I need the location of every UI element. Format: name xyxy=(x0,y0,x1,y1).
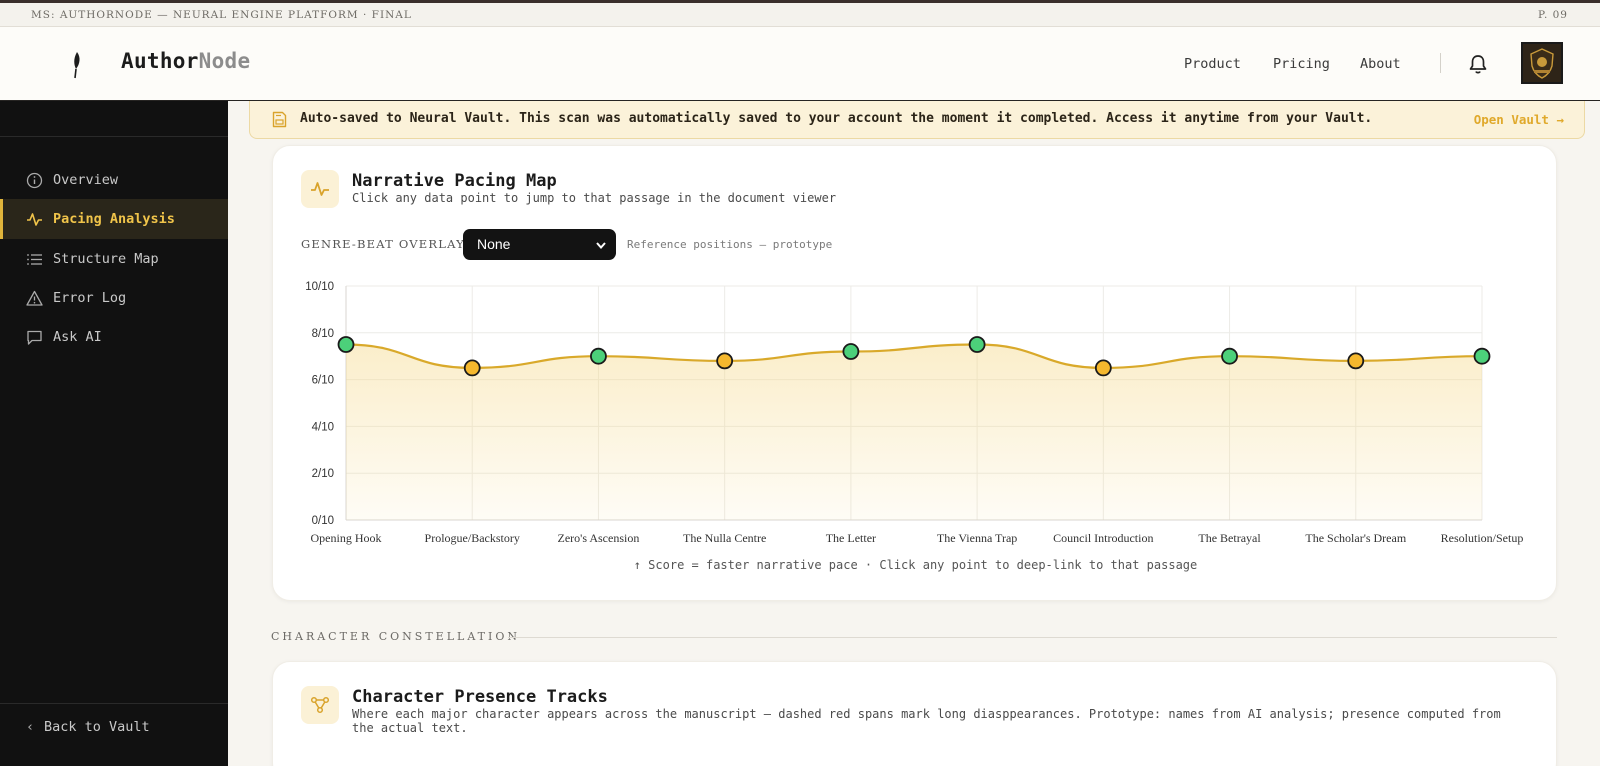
manuscript-label: MS: AUTHORNODE — NEURAL ENGINE PLATFORM … xyxy=(31,9,412,21)
x-tick-label: The Vienna Trap xyxy=(937,531,1017,545)
sidebar-item-ask-ai[interactable]: Ask AI xyxy=(0,317,228,357)
sidebar-item-structure-map[interactable]: Structure Map xyxy=(0,239,228,279)
sidebar-item-pacing-analysis[interactable]: Pacing Analysis xyxy=(0,199,228,239)
x-tick-label: Council Introduction xyxy=(1053,531,1153,545)
sidebar-item-error-log[interactable]: Error Log xyxy=(0,278,228,318)
nav-about[interactable]: About xyxy=(1360,56,1401,72)
list-icon xyxy=(27,254,42,265)
data-point[interactable] xyxy=(1347,352,1365,370)
x-tick-label: Prologue/Backstory xyxy=(425,531,520,545)
data-point[interactable] xyxy=(463,359,481,377)
activity-icon xyxy=(27,213,42,226)
open-vault-link[interactable]: Open Vault → xyxy=(1474,112,1564,127)
quill-icon[interactable] xyxy=(68,51,84,79)
x-tick-label: The Nulla Centre xyxy=(683,531,766,545)
network-icon xyxy=(310,696,330,714)
sidebar-divider xyxy=(0,136,228,137)
x-tick-label: The Scholar's Dream xyxy=(1305,531,1406,545)
save-icon xyxy=(272,111,287,128)
sidebar-item-label: Ask AI xyxy=(53,329,102,345)
autosave-banner: Auto-saved to Neural Vault. This scan wa… xyxy=(249,101,1585,139)
back-to-vault-button[interactable]: ‹ Back to Vault xyxy=(26,719,150,735)
chart-footnote: ↑ Score = faster narrative pace · Click … xyxy=(633,558,1198,572)
header-divider xyxy=(1440,53,1441,73)
x-tick-label: Zero's Ascension xyxy=(558,531,640,545)
y-tick-label: 0/10 xyxy=(312,515,334,527)
data-point[interactable] xyxy=(337,336,355,353)
sidebar-bottom-divider xyxy=(0,703,228,704)
page-number: P. 09 xyxy=(1538,9,1568,21)
sidebar-item-label: Pacing Analysis xyxy=(53,211,175,227)
warning-icon xyxy=(26,290,43,306)
x-tick-label: The Letter xyxy=(826,531,876,545)
y-tick-label: 4/10 xyxy=(312,421,334,433)
x-tick-label: Resolution/Setup xyxy=(1441,531,1524,545)
y-tick-label: 10/10 xyxy=(305,281,334,293)
character-presence-card: Character Presence Tracks Where each maj… xyxy=(272,661,1557,766)
section-title-constellation: CHARACTER CONSTELLATION xyxy=(271,630,520,643)
sidebar-item-label: Structure Map xyxy=(53,251,159,267)
data-point[interactable] xyxy=(842,343,860,360)
avatar[interactable] xyxy=(1521,42,1563,84)
sidebar-item-label: Error Log xyxy=(53,290,127,306)
y-tick-label: 6/10 xyxy=(312,375,334,387)
pacing-chart: 0/10 2/10 4/10 6/10 8/10 10/10 Opening Hook Pro… xyxy=(305,281,1524,545)
back-label: Back to Vault xyxy=(44,719,150,735)
nav-product[interactable]: Product xyxy=(1184,56,1241,72)
data-point[interactable] xyxy=(716,352,734,370)
brand-logo[interactable]: AuthorNode xyxy=(121,49,250,73)
data-point[interactable] xyxy=(1473,347,1491,365)
presence-card-icon xyxy=(301,686,339,724)
sidebar: Overview Pacing Analysis Structure Map E… xyxy=(0,101,228,766)
chevron-left-icon: ‹ xyxy=(26,719,35,735)
data-point[interactable] xyxy=(1094,359,1112,377)
autosave-message: Auto-saved to Neural Vault. This scan wa… xyxy=(300,111,1373,126)
manuscript-strip: MS: AUTHORNODE — NEURAL ENGINE PLATFORM … xyxy=(0,0,1600,27)
area-fill xyxy=(346,344,1482,520)
data-point[interactable] xyxy=(590,347,607,365)
chat-icon xyxy=(27,330,42,345)
x-tick-label: Opening Hook xyxy=(311,531,382,545)
pacing-map-card: Narrative Pacing Map Click any data poin… xyxy=(272,145,1557,601)
presence-subtitle: Where each major character appears acros… xyxy=(352,707,1501,735)
app-header: AuthorNode Product Pricing About xyxy=(0,27,1600,101)
sidebar-item-overview[interactable]: Overview xyxy=(0,160,228,200)
data-point[interactable] xyxy=(1221,347,1238,365)
bell-icon[interactable] xyxy=(1468,53,1488,75)
info-icon xyxy=(26,172,43,189)
presence-title: Character Presence Tracks xyxy=(352,687,608,707)
x-tick-label: The Betrayal xyxy=(1198,531,1261,545)
nav-pricing[interactable]: Pricing xyxy=(1273,56,1330,72)
y-tick-label: 2/10 xyxy=(312,468,334,480)
avatar-crest-icon xyxy=(1523,44,1561,82)
data-point[interactable] xyxy=(968,336,986,353)
sidebar-item-label: Overview xyxy=(53,172,119,188)
section-divider xyxy=(508,637,1557,638)
y-tick-label: 8/10 xyxy=(312,328,334,340)
